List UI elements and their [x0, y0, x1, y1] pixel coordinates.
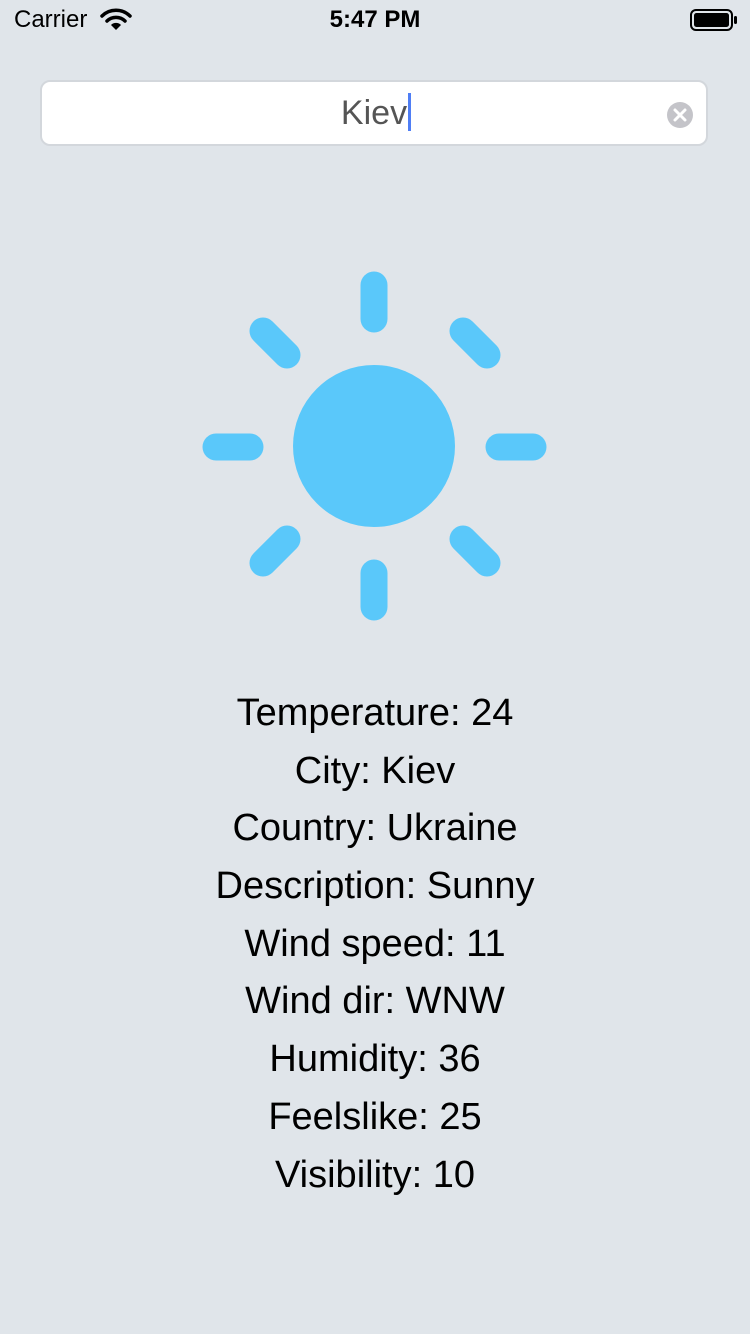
- description-label: Description: Sunny: [215, 865, 535, 908]
- visibility-label: Visibility: 10: [275, 1153, 475, 1196]
- humidity-label: Humidity: 36: [269, 1038, 481, 1081]
- wind-speed-label: Wind speed: 11: [244, 922, 506, 965]
- feelslike-label: Feelslike: 25: [268, 1095, 482, 1138]
- text-caret: [408, 93, 412, 132]
- city-label: City: Kiev: [294, 749, 456, 792]
- status-bar: Carrier 5:47 PM: [0, 0, 750, 40]
- battery-icon: [690, 9, 737, 31]
- temperature-label: Temperature: 24: [236, 692, 514, 734]
- clock: 5:47 PM: [329, 6, 421, 33]
- weather-info-list: Temperature: 24 City: Kiev Country: Ukra…: [0, 685, 750, 1204]
- country-label: Country: Ukraine: [232, 807, 518, 850]
- search-input-value: Kiev: [340, 94, 408, 132]
- clear-icon[interactable]: [666, 101, 694, 129]
- sun-icon: [202, 271, 547, 621]
- wind-dir-label: Wind dir: WNW: [245, 980, 505, 1023]
- search-field[interactable]: Kiev: [40, 80, 708, 146]
- search-input[interactable]: Kiev: [42, 82, 710, 144]
